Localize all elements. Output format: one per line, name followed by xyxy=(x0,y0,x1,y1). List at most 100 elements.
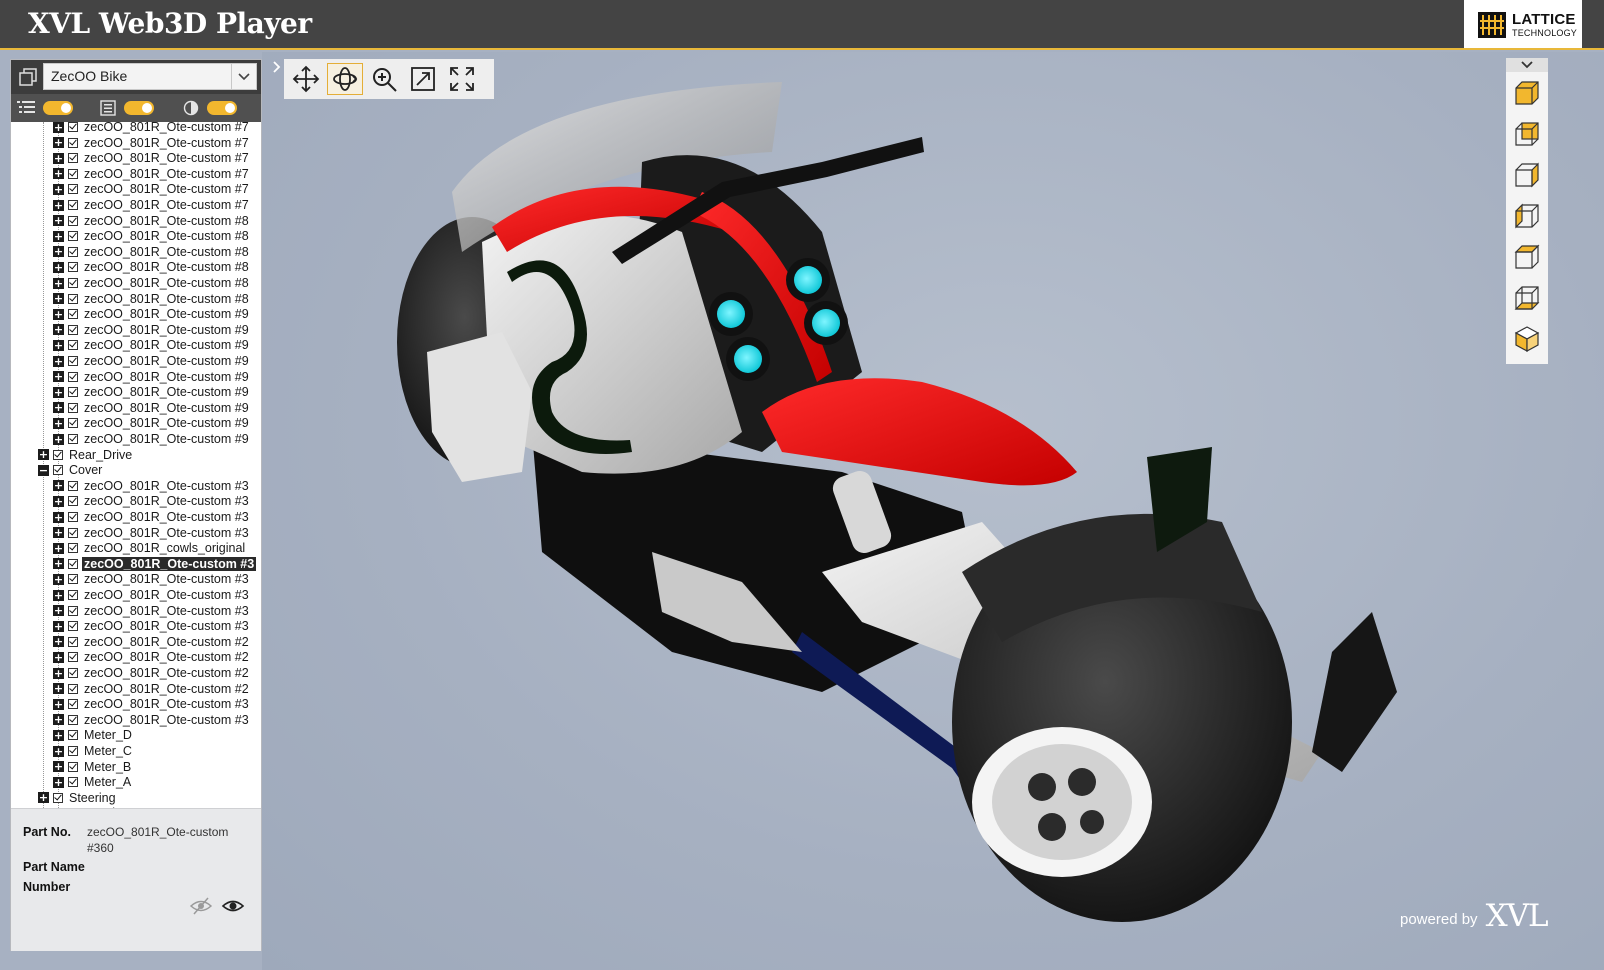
visibility-checkbox[interactable] xyxy=(68,636,78,647)
visibility-checkbox[interactable] xyxy=(68,746,78,756)
tree-item-label[interactable]: zecOO_801R_Ote-custom #8 xyxy=(82,229,251,243)
visibility-checkbox[interactable] xyxy=(68,543,78,554)
visibility-checkbox[interactable] xyxy=(68,418,78,429)
pan-button[interactable] xyxy=(288,63,324,95)
expand-icon[interactable]: + xyxy=(53,324,64,336)
expand-icon[interactable]: + xyxy=(53,371,64,383)
tree-item-label[interactable]: Meter_B xyxy=(82,760,133,774)
tree-row[interactable]: + zecOO_801R_Ote-custom #7 xyxy=(53,181,251,197)
zoom-button[interactable] xyxy=(366,63,402,95)
visibility-checkbox[interactable] xyxy=(68,309,78,320)
tree-item-label[interactable]: zecOO_801R_Ote-custom #3 xyxy=(82,588,251,602)
tree-row[interactable]: + zecOO_801R_Ote-custom #7 xyxy=(53,122,251,135)
tree-item-label[interactable]: zecOO_801R_Ote-custom #2 xyxy=(82,682,251,696)
hide-icon[interactable] xyxy=(189,897,213,915)
expand-icon[interactable]: + xyxy=(53,355,64,367)
expand-icon[interactable]: + xyxy=(53,122,64,133)
model-select[interactable]: ZecOO Bike xyxy=(43,63,257,90)
expand-icon[interactable]: + xyxy=(53,683,64,695)
expand-icon[interactable]: + xyxy=(53,605,64,617)
tree-item-label[interactable]: zecOO_801R_Ote-custom #3 xyxy=(82,713,251,727)
expand-icon[interactable]: + xyxy=(53,698,64,710)
front-view-button[interactable] xyxy=(1506,72,1548,113)
expand-icon[interactable]: + xyxy=(53,339,64,351)
tree-row[interactable]: + zecOO_801R_Ote-custom #9 xyxy=(53,306,251,322)
expand-icon[interactable]: + xyxy=(53,246,64,258)
tree-item-label[interactable]: zecOO_801R_Ote-custom #3 xyxy=(82,510,251,524)
tree-row[interactable]: + zecOO_801R_Ote-custom #3 xyxy=(53,571,251,587)
tree-row[interactable]: + zecOO_801R_Ote-custom #3 xyxy=(53,696,251,712)
visibility-checkbox[interactable] xyxy=(68,293,78,304)
visibility-checkbox[interactable] xyxy=(68,590,78,600)
model-layers-icon[interactable] xyxy=(15,64,41,90)
visibility-checkbox[interactable] xyxy=(53,449,63,460)
visibility-checkbox[interactable] xyxy=(68,761,78,772)
visibility-checkbox[interactable] xyxy=(68,324,78,335)
tree-row[interactable]: + zecOO_801R_Ote-custom #7 xyxy=(53,150,251,166)
fit-view-button[interactable] xyxy=(405,63,441,95)
tree-row[interactable]: + zecOO_801R_Ote-custom #8 xyxy=(53,244,251,260)
tree-row[interactable]: + zecOO_801R_Ote-custom #3 xyxy=(53,478,251,494)
tree-item-label[interactable]: zecOO_801R_Ote-custom #8 xyxy=(82,276,251,290)
chevron-down-icon[interactable] xyxy=(231,64,256,89)
expand-icon[interactable]: + xyxy=(53,433,64,445)
tree-item-label[interactable]: zecOO_801R_Ote-custom #7 xyxy=(82,182,251,196)
tree-row[interactable]: + zecOO_801R_Ote-custom #2 xyxy=(53,665,251,681)
tree-item-label[interactable]: zecOO_801R_Ote-custom #2 xyxy=(82,635,251,649)
tree-item-label[interactable]: zecOO_801R_Ote-custom #9 xyxy=(82,370,251,384)
visibility-checkbox[interactable] xyxy=(68,262,78,273)
assembly-tree[interactable]: + zecOO_801R_Ote-custom #7 + zecOO_801R_Ote… xyxy=(11,122,261,808)
expand-icon[interactable]: + xyxy=(38,792,49,804)
expand-icon[interactable]: + xyxy=(53,261,64,273)
tree-item-label[interactable]: Cover xyxy=(67,463,104,477)
expand-icon[interactable]: + xyxy=(53,761,64,773)
tree-row[interactable]: + zecOO_801R_Ote-custom #9 xyxy=(53,337,251,353)
tree-item-label[interactable]: zecOO_801R_Ote-custom #8 xyxy=(82,245,251,259)
visibility-checkbox[interactable] xyxy=(68,605,78,616)
tree-row[interactable]: + zecOO_801R_Ote-custom #7 xyxy=(53,135,251,151)
tree-row[interactable]: + Meter_C xyxy=(53,743,134,759)
expand-icon[interactable]: + xyxy=(53,511,64,523)
visibility-checkbox[interactable] xyxy=(68,231,78,242)
toolbar-collapse[interactable] xyxy=(270,59,284,99)
tree-row[interactable]: + Meter_D xyxy=(53,727,134,743)
expand-icon[interactable]: + xyxy=(38,449,49,461)
tree-item-label[interactable]: zecOO_801R_Ote-custom #9 xyxy=(82,416,251,430)
tree-item-label[interactable]: Meter_A xyxy=(82,775,133,789)
tree-item-label[interactable]: zecOO_801R_Ote-custom #7 xyxy=(82,136,251,150)
tree-item-label[interactable]: zecOO_801R_Ote-custom #9 xyxy=(82,338,251,352)
visibility-checkbox[interactable] xyxy=(68,434,78,444)
tree-item-label[interactable]: Steering xyxy=(67,791,118,805)
tree-item-label[interactable]: zecOO_801R_Ote-custom #9 xyxy=(82,385,251,399)
tree-item-label[interactable]: zecOO_801R_Ote-custom #7 xyxy=(82,167,251,181)
expand-icon[interactable]: + xyxy=(53,386,64,398)
expand-icon[interactable]: + xyxy=(53,714,64,726)
left-view-button[interactable] xyxy=(1506,154,1548,195)
tree-row[interactable]: + zecOO_801R_Ote-custom #3 xyxy=(53,712,251,728)
tree-item-label[interactable]: Meter_D xyxy=(82,728,134,742)
tree-item-label[interactable]: zecOO_801R_Ote-custom #9 xyxy=(82,323,251,337)
tree-row[interactable]: + Meter_B xyxy=(53,759,133,775)
tree-row[interactable]: + zecOO_801R_Ote-custom #9 xyxy=(53,384,251,400)
tree-row[interactable]: + zecOO_801R_Ote-custom #2 xyxy=(53,681,251,697)
tree-item-label[interactable]: zecOO_801R_Ote-custom #2 xyxy=(82,650,251,664)
expand-icon[interactable]: + xyxy=(53,293,64,305)
rotate-button[interactable] xyxy=(327,63,363,95)
chevron-right-icon[interactable] xyxy=(272,61,282,73)
expand-icon[interactable]: + xyxy=(53,589,64,601)
visibility-checkbox[interactable] xyxy=(53,465,63,476)
visibility-checkbox[interactable] xyxy=(68,200,78,210)
expand-icon[interactable]: + xyxy=(53,199,64,211)
tree-row[interactable]: + zecOO_801R_Ote-custom #2 xyxy=(53,634,251,650)
visibility-checkbox[interactable] xyxy=(68,699,78,710)
tree-item-label[interactable]: zecOO_801R_Ote-custom #3 xyxy=(82,604,251,618)
tree-row[interactable]: + zecOO_801R_Ote-custom #9 xyxy=(53,415,251,431)
tree-row[interactable]: + zecOO_801R_Ote-custom #3 xyxy=(53,587,251,603)
motorcycle-model[interactable] xyxy=(262,52,1604,970)
tree-item-label[interactable]: zecOO_801R_Ote-custom #9 xyxy=(82,307,251,321)
visibility-checkbox[interactable] xyxy=(68,558,78,569)
tree-row[interactable]: + zecOO_801R_Ote-custom #9 xyxy=(53,400,251,416)
expand-icon[interactable]: + xyxy=(53,636,64,648)
tree-item-label[interactable]: zecOO_801R_Ote-custom #3 xyxy=(82,697,251,711)
expand-icon[interactable]: + xyxy=(53,137,64,149)
